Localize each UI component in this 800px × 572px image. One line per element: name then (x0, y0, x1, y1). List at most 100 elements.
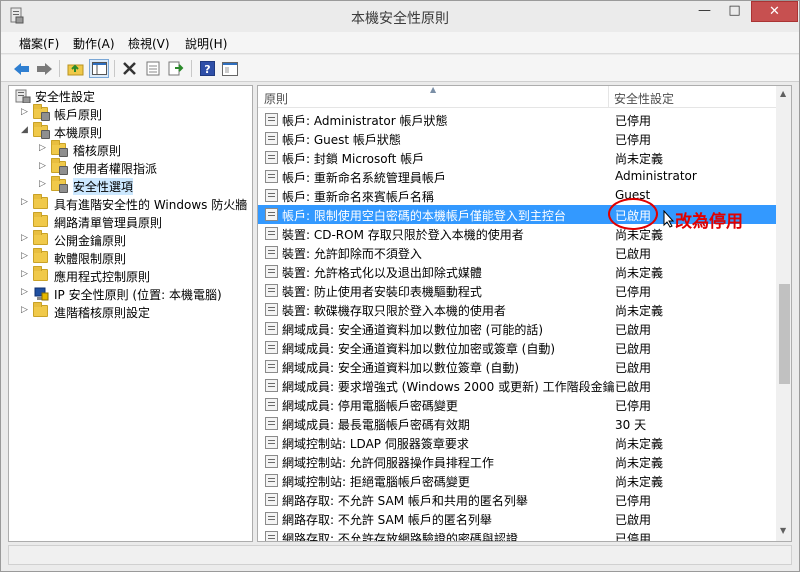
expand-arrow-icon[interactable]: ▷ (21, 107, 31, 117)
help-icon[interactable]: ? (197, 59, 217, 78)
status-bar (8, 545, 792, 565)
policy-name: 帳戶: Administrator 帳戶狀態 (282, 114, 448, 128)
policy-name: 帳戶: 封鎖 Microsoft 帳戶 (282, 152, 425, 166)
scroll-thumb[interactable] (779, 284, 790, 384)
table-row[interactable]: 網域成員: 要求增強式 (Windows 2000 或更新) 工作階段金鑰 已啟用 (258, 376, 777, 395)
tree-item-label: 本機原則 (54, 126, 103, 140)
tree-item-label: 軟體限制原則 (54, 252, 127, 266)
table-row[interactable]: 帳戶: Administrator 帳戶狀態 已停用 (258, 110, 777, 129)
table-row[interactable]: 裝置: 允許格式化以及退出卸除式媒體 尚未定義 (258, 262, 777, 281)
up-folder-icon[interactable] (65, 59, 85, 78)
expand-arrow-icon[interactable]: ▷ (39, 179, 49, 189)
expand-arrow-icon[interactable]: ▷ (39, 143, 49, 153)
policy-icon (265, 246, 278, 259)
expand-arrow-icon[interactable]: ▷ (21, 305, 31, 315)
tree-item-audit-policy[interactable]: ▷ 稽核原則 (9, 140, 252, 159)
tree-item-user-rights[interactable]: ▷ 使用者權限指派 (9, 158, 252, 177)
tree-item-firewall[interactable]: ▷ 具有進階安全性的 Windows 防火牆 (9, 194, 252, 213)
table-row[interactable]: 網路存取: 不允許存放網路驗證的密碼與認證 已停用 (258, 528, 777, 541)
forward-arrow-icon[interactable] (34, 59, 54, 78)
policy-setting: 已啟用 (615, 342, 652, 356)
scroll-down-icon[interactable]: ▼ (780, 526, 786, 535)
policy-name: 網域控制站: 拒絕電腦帳戶密碼變更 (282, 475, 470, 489)
folder-lock-icon (51, 158, 68, 175)
annotation-text: 改為停用 (675, 212, 743, 232)
tree-item-label: 應用程式控制原則 (54, 270, 151, 284)
collapse-arrow-icon[interactable]: ◢ (21, 125, 31, 135)
table-row[interactable]: 網域控制站: LDAP 伺服器簽章要求 尚未定義 (258, 433, 777, 452)
column-divider[interactable] (608, 86, 609, 108)
policy-icon (265, 360, 278, 373)
ip-security-icon (34, 287, 49, 301)
tree-item-app-control[interactable]: ▷ 應用程式控制原則 (9, 266, 252, 285)
tree-item-public-key[interactable]: ▷ 公開金鑰原則 (9, 230, 252, 249)
console-view-icon[interactable] (220, 59, 240, 78)
tree-item-software-restriction[interactable]: ▷ 軟體限制原則 (9, 248, 252, 267)
table-row[interactable]: 網域成員: 最長電腦帳戶密碼有效期 30 天 (258, 414, 777, 433)
vertical-scrollbar[interactable]: ▲ ▼ (776, 86, 791, 541)
table-row[interactable]: 帳戶: Guest 帳戶狀態 已停用 (258, 129, 777, 148)
table-row[interactable]: 帳戶: 封鎖 Microsoft 帳戶 尚未定義 (258, 148, 777, 167)
tree-root[interactable]: 安全性設定 (9, 87, 252, 105)
back-arrow-icon[interactable] (11, 59, 31, 78)
tree-item-label: 使用者權限指派 (73, 162, 158, 176)
list-header: ▲ 原則 安全性設定 (258, 86, 778, 108)
tree-item-label: 安全性選項 (73, 178, 134, 195)
policy-name: 裝置: 允許卸除而不須登入 (282, 247, 422, 261)
policy-setting: 尚未定義 (615, 266, 664, 280)
policy-setting: 尚未定義 (615, 437, 664, 451)
table-row[interactable]: 網路存取: 不允許 SAM 帳戶和共用的匿名列舉 已停用 (258, 490, 777, 509)
table-row[interactable]: 帳戶: 重新命名來賓帳戶名稱 Guest (258, 186, 777, 205)
column-header-setting[interactable]: 安全性設定 (614, 90, 674, 107)
export-list-icon[interactable] (166, 59, 186, 78)
delete-icon[interactable] (119, 59, 139, 78)
show-hide-tree-icon[interactable] (89, 59, 109, 78)
maximize-button[interactable]: □ (721, 1, 748, 22)
tree-item-label: 稽核原則 (73, 144, 122, 158)
tree-item-advanced-audit[interactable]: ▷ 進階稽核原則設定 (9, 302, 252, 321)
expand-arrow-icon[interactable]: ▷ (21, 287, 31, 297)
menu-action[interactable]: 動作(A) (73, 35, 115, 52)
policy-name: 帳戶: 重新命名系統管理員帳戶 (282, 171, 446, 185)
tree-item-ip-security[interactable]: ▷ IP 安全性原則 (位置: 本機電腦) (9, 285, 252, 303)
tree-item-account-policies[interactable]: ▷ 帳戶原則 (9, 104, 252, 123)
scroll-up-icon[interactable]: ▲ (780, 89, 786, 98)
tree-item-network-list[interactable]: 網路清單管理員原則 (9, 212, 252, 231)
policy-setting: 已啟用 (615, 380, 652, 394)
toolbar: ? (1, 55, 799, 82)
policy-icon (265, 455, 278, 468)
expand-arrow-icon[interactable]: ▷ (21, 197, 31, 207)
tree-pane: 安全性設定 ▷ 帳戶原則 ◢ 本機原則 ▷ 稽核原則 ▷ 使用者權限指派 ▷ 安… (8, 85, 253, 542)
svg-text:?: ? (204, 63, 210, 76)
menu-help[interactable]: 說明(H) (185, 35, 227, 52)
table-row[interactable]: 裝置: 防止使用者安裝印表機驅動程式 已停用 (258, 281, 777, 300)
properties-icon[interactable] (143, 59, 163, 78)
tree-item-security-options[interactable]: ▷ 安全性選項 (9, 176, 252, 195)
table-row[interactable]: 帳戶: 重新命名系統管理員帳戶 Administrator (258, 167, 777, 186)
table-row[interactable]: 網域成員: 安全通道資料加以數位加密或簽章 (自動) 已啟用 (258, 338, 777, 357)
column-header-policy[interactable]: 原則 (264, 90, 288, 107)
folder-icon (33, 302, 49, 319)
table-row[interactable]: 網域控制站: 允許伺服器操作員排程工作 尚未定義 (258, 452, 777, 471)
table-row[interactable]: 裝置: 軟碟機存取只限於登入本機的使用者 尚未定義 (258, 300, 777, 319)
menu-file[interactable]: 檔案(F) (19, 35, 59, 52)
minimize-button[interactable]: — (691, 1, 718, 22)
tree-item-local-policies[interactable]: ◢ 本機原則 (9, 122, 252, 141)
table-row[interactable]: 網域控制站: 拒絕電腦帳戶密碼變更 尚未定義 (258, 471, 777, 490)
close-button[interactable]: ✕ (751, 1, 798, 22)
tree-root-label: 安全性設定 (35, 90, 96, 104)
expand-arrow-icon[interactable]: ▷ (21, 251, 31, 261)
policy-setting: 已停用 (615, 114, 652, 128)
table-row[interactable]: 網域成員: 停用電腦帳戶密碼變更 已停用 (258, 395, 777, 414)
table-row[interactable]: 裝置: 允許卸除而不須登入 已啟用 (258, 243, 777, 262)
menu-bar: 檔案(F) 動作(A) 檢視(V) 說明(H) (1, 32, 799, 54)
expand-arrow-icon[interactable]: ▷ (21, 269, 31, 279)
expand-arrow-icon[interactable]: ▷ (21, 233, 31, 243)
table-row[interactable]: 網路存取: 不允許 SAM 帳戶的匿名列舉 已啟用 (258, 509, 777, 528)
menu-view[interactable]: 檢視(V) (128, 35, 170, 52)
expand-arrow-icon[interactable]: ▷ (39, 161, 49, 171)
mouse-cursor-icon (663, 210, 675, 228)
table-row[interactable]: 網域成員: 安全通道資料加以數位簽章 (自動) 已啟用 (258, 357, 777, 376)
table-row[interactable]: 網域成員: 安全通道資料加以數位加密 (可能的話) 已啟用 (258, 319, 777, 338)
policy-icon (265, 151, 278, 164)
